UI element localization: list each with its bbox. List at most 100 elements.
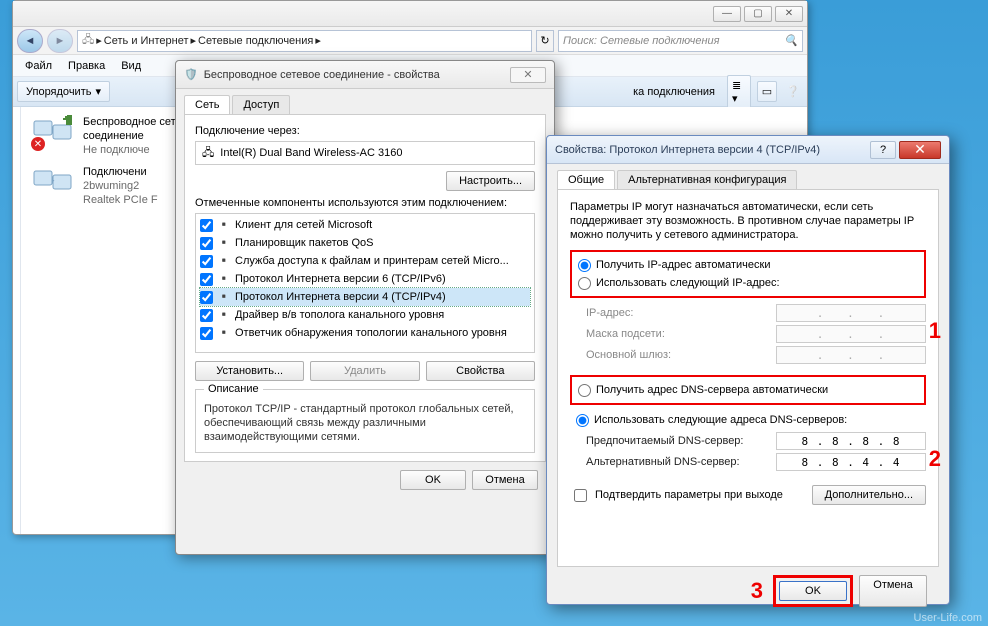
tab-alternate[interactable]: Альтернативная конфигурация	[617, 170, 797, 189]
tab-general[interactable]: Общие	[557, 170, 615, 189]
back-button[interactable]: ◄	[17, 29, 43, 53]
dns2-row[interactable]: Альтернативный DNS-сервер:8 . 8 . 4 . 4	[586, 453, 926, 471]
component-label: Клиент для сетей Microsoft	[235, 216, 372, 234]
dns-manual-radio[interactable]: Использовать следующие адреса DNS-сервер…	[576, 411, 926, 429]
annotation-1: 1	[929, 318, 941, 344]
dialog-title: Беспроводное сетевое соединение - свойст…	[204, 69, 510, 81]
address-bar: ◄ ► 🖧 ▸ Сеть и Интернет ▸ Сетевые подклю…	[13, 27, 807, 55]
watermark: User-Life.com	[914, 612, 982, 624]
close-button[interactable]: ✕	[775, 6, 803, 22]
wireless-icon: ✕	[33, 115, 75, 149]
ip-address-row: IP-адрес:. . .	[586, 304, 926, 322]
advanced-button[interactable]: Дополнительно...	[812, 485, 926, 505]
component-row[interactable]: ▪️ Служба доступа к файлам и принтерам се…	[200, 252, 530, 270]
tab-network[interactable]: Сеть	[184, 95, 230, 114]
component-row[interactable]: ▪️ Драйвер в/в тополога канального уровня	[200, 306, 530, 324]
close-button[interactable]: ✕	[899, 141, 941, 159]
organize-button[interactable]: Упорядочить ▾	[17, 81, 110, 102]
component-label: Служба доступа к файлам и принтерам сете…	[235, 252, 509, 270]
dialog-titlebar: 🛡️ Беспроводное сетевое соединение - сво…	[176, 61, 554, 89]
cancel-button[interactable]: Отмена	[472, 470, 538, 490]
ok-button[interactable]: OK	[779, 581, 847, 601]
annotation-3: 3	[751, 578, 763, 604]
component-icon: ▪️	[217, 236, 231, 250]
confirm-checkbox[interactable]: Подтвердить параметры при выходе	[570, 486, 783, 505]
description-text: Протокол TCP/IP - стандартный протокол г…	[204, 402, 526, 444]
remove-button[interactable]: Удалить	[310, 361, 419, 381]
description-box: Описание Протокол TCP/IP - стандартный п…	[195, 389, 535, 453]
connect-via-label: Подключение через:	[195, 125, 535, 137]
error-icon: ✕	[31, 137, 45, 151]
breadcrumb-item[interactable]: Сеть и Интернет	[104, 35, 189, 47]
component-label: Драйвер в/в тополога канального уровня	[235, 306, 444, 324]
dns-auto-highlight: Получить адрес DNS-сервера автоматически	[570, 375, 926, 405]
tab-body: Параметры IP могут назначаться автоматич…	[557, 189, 939, 567]
component-row[interactable]: ▪️ Ответчик обнаружения топологии канальн…	[200, 324, 530, 342]
preview-button[interactable]: ▭	[757, 81, 777, 102]
ip-auto-radio[interactable]: Получить IP-адрес автоматически	[578, 256, 918, 274]
component-icon: ▪️	[217, 290, 231, 304]
refresh-button[interactable]: ↻	[536, 30, 554, 52]
help-button[interactable]: ❔	[783, 82, 803, 101]
adapter-icon: 🖧	[202, 144, 214, 163]
component-icon: ▪️	[217, 326, 231, 340]
tab-sharing[interactable]: Доступ	[232, 95, 290, 114]
tab-strip: Общие Альтернативная конфигурация	[557, 170, 939, 189]
forward-button[interactable]: ►	[47, 29, 73, 53]
tab-body: Подключение через: 🖧 Intel(R) Dual Band …	[184, 114, 546, 462]
network-icon: 🖧	[82, 31, 94, 50]
install-button[interactable]: Установить...	[195, 361, 304, 381]
item-status: 2bwuming2	[83, 179, 158, 193]
explorer-titlebar: — ▢ ✕	[13, 1, 807, 27]
menu-file[interactable]: Файл	[19, 58, 58, 74]
shield-icon: 🛡️	[184, 68, 198, 81]
toolbar-label: ка подключения	[633, 86, 721, 98]
menu-edit[interactable]: Правка	[62, 58, 111, 74]
ip-manual-radio[interactable]: Использовать следующий IP-адрес:	[578, 274, 918, 292]
components-label: Отмеченные компоненты используются этим …	[195, 197, 535, 209]
component-icon: ▪️	[217, 308, 231, 322]
gateway-row: Основной шлюз:. . .	[586, 346, 926, 364]
subnet-mask-row: Маска подсети:. . .	[586, 325, 926, 343]
component-icon: ▪️	[217, 254, 231, 268]
ipv4-properties-dialog: Свойства: Протокол Интернета версии 4 (T…	[546, 135, 950, 605]
menu-view[interactable]: Вид	[115, 58, 147, 74]
component-list[interactable]: ▪️Клиент для сетей Microsoft▪️Планировщи…	[195, 213, 535, 353]
component-row[interactable]: ▪️ Планировщик пакетов QoS	[200, 234, 530, 252]
annotation-2: 2	[929, 446, 941, 472]
component-row[interactable]: ▪️ Протокол Интернета версии 4 (TCP/IPv4)	[200, 288, 530, 306]
maximize-button[interactable]: ▢	[744, 6, 772, 22]
close-button[interactable]: ✕	[510, 67, 546, 83]
component-row[interactable]: ▪️ Протокол Интернета версии 6 (TCP/IPv6)	[200, 270, 530, 288]
search-input[interactable]: Поиск: Сетевые подключения 🔍	[558, 30, 803, 52]
nav-pane	[13, 107, 21, 534]
info-text: Параметры IP могут назначаться автоматич…	[570, 200, 926, 242]
wireless-properties-dialog: 🛡️ Беспроводное сетевое соединение - сво…	[175, 60, 555, 555]
configure-button[interactable]: Настроить...	[446, 171, 535, 191]
help-button[interactable]: ?	[870, 141, 896, 159]
adapter-name: Intel(R) Dual Band Wireless-AC 3160	[220, 147, 402, 159]
view-button[interactable]: ≣ ▾	[727, 75, 751, 109]
component-label: Протокол Интернета версии 6 (TCP/IPv6)	[235, 270, 446, 288]
item-title: Подключени	[83, 165, 158, 179]
cancel-button[interactable]: Отмена	[859, 575, 927, 607]
properties-button[interactable]: Свойства	[426, 361, 535, 381]
dialog-title: Свойства: Протокол Интернета версии 4 (T…	[555, 144, 870, 156]
ok-button[interactable]: OK	[400, 470, 466, 490]
component-label: Протокол Интернета версии 4 (TCP/IPv4)	[235, 288, 446, 306]
dialog-titlebar: Свойства: Протокол Интернета версии 4 (T…	[547, 136, 949, 164]
ip-section-highlight: Получить IP-адрес автоматически Использо…	[570, 250, 926, 298]
component-row[interactable]: ▪️Клиент для сетей Microsoft	[200, 216, 530, 234]
tab-strip: Сеть Доступ	[184, 95, 546, 114]
dns1-row[interactable]: Предпочитаемый DNS-сервер:8 . 8 . 8 . 8	[586, 432, 926, 450]
ethernet-icon	[33, 165, 75, 199]
breadcrumb-item[interactable]: Сетевые подключения	[198, 35, 313, 47]
search-icon: 🔍	[784, 34, 798, 47]
component-label: Ответчик обнаружения топологии канальног…	[235, 324, 507, 342]
component-icon: ▪️	[217, 272, 231, 286]
minimize-button[interactable]: —	[713, 6, 741, 22]
component-label: Планировщик пакетов QoS	[235, 234, 374, 252]
breadcrumb[interactable]: 🖧 ▸ Сеть и Интернет ▸ Сетевые подключени…	[77, 30, 532, 52]
ok-highlight: OK	[773, 575, 853, 607]
dns-auto-radio[interactable]: Получить адрес DNS-сервера автоматически	[578, 381, 918, 399]
